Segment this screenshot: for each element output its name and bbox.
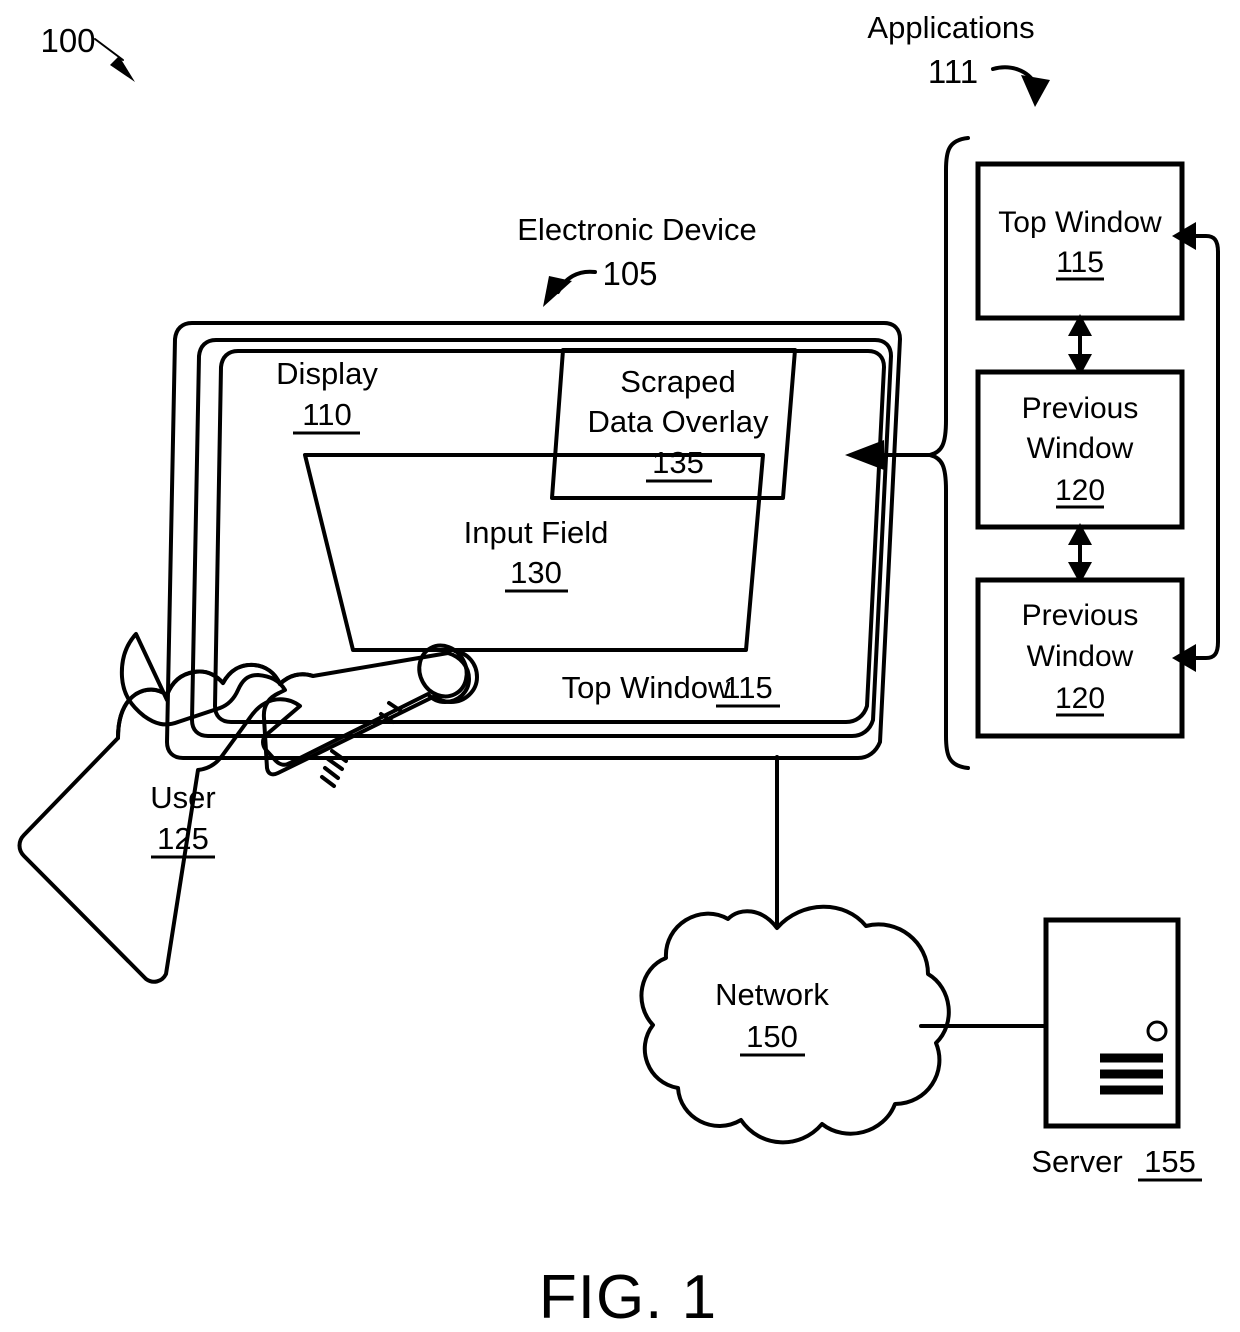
window-link-arrow-1 <box>1068 314 1092 376</box>
input-field-ref: 130 <box>510 555 562 590</box>
window-link-arrow-2 <box>1068 523 1092 584</box>
user-label: User <box>150 780 215 815</box>
previous-window-box-1-ref: 120 <box>1055 474 1105 507</box>
figure-caption: FIG. 1 <box>539 1263 717 1332</box>
input-field[interactable]: Input Field 130 <box>303 453 765 652</box>
applications-brace <box>845 136 970 770</box>
patent-figure: 100 Applications 111 Top Window 115 Prev… <box>0 0 1240 1332</box>
user-fist-shape <box>17 651 471 984</box>
network-ref: 150 <box>746 1019 798 1054</box>
display-ref: 110 <box>302 397 351 432</box>
applications-callout: Applications 111 <box>867 10 1050 107</box>
user-label-group: User 125 <box>150 780 216 859</box>
electronic-device-ref: 105 <box>602 255 657 292</box>
window-stack: Top Window 115 Previous Window 120 Previ… <box>975 161 1220 739</box>
top-window-box-rect[interactable] <box>975 161 1185 321</box>
system-ref-label: 100 <box>40 22 95 59</box>
display-label: Display <box>276 356 378 391</box>
network-label: Network <box>715 977 829 1012</box>
device-top-window-label: Top Window <box>562 670 731 705</box>
applications-ref: 111 <box>928 53 978 90</box>
device-top-window-ref: 115 <box>723 670 772 705</box>
device-top-window-label-group: Top Window 115 <box>562 670 780 708</box>
previous-window-box-2[interactable]: Previous Window 120 <box>975 577 1185 739</box>
applications-arrowhead <box>1021 75 1050 107</box>
top-window-box-label: Top Window <box>998 206 1162 239</box>
previous-window-box-1[interactable]: Previous Window 120 <box>975 369 1185 530</box>
user-hand: User 125 <box>17 632 479 984</box>
user-ref: 125 <box>157 821 209 856</box>
scraped-data-overlay-ref: 135 <box>652 445 704 480</box>
network-cloud[interactable]: Network 150 <box>639 904 951 1145</box>
previous-window-box-2-label-line2: Window <box>1027 640 1134 673</box>
electronic-device-callout: Electronic Device 105 <box>517 212 757 307</box>
scraped-data-overlay[interactable]: Scraped Data Overlay 135 <box>550 348 797 500</box>
scraped-data-overlay-label-line1: Scraped <box>620 364 735 399</box>
input-field-shape[interactable] <box>303 453 765 652</box>
previous-window-box-2-label-line1: Previous <box>1022 599 1139 632</box>
user-fingernail <box>417 643 469 699</box>
server-label: Server <box>1031 1144 1122 1179</box>
applications-title: Applications <box>867 10 1034 45</box>
previous-window-box-1-label-line2: Window <box>1027 432 1134 465</box>
top-window-box-ref: 115 <box>1056 246 1104 279</box>
electronic-device-title: Electronic Device <box>517 212 756 247</box>
scraped-data-overlay-label-line2: Data Overlay <box>588 404 769 439</box>
electronic-device-arrowhead <box>543 276 572 307</box>
system-ref-callout: 100 <box>40 22 135 82</box>
previous-window-box-1-label-line1: Previous <box>1022 392 1139 425</box>
server[interactable]: Server 155 <box>1031 917 1202 1182</box>
server-ref: 155 <box>1144 1144 1196 1179</box>
display-label-group: Display 110 <box>276 356 378 435</box>
input-field-label: Input Field <box>464 515 609 550</box>
top-window-box[interactable]: Top Window 115 <box>975 161 1185 321</box>
previous-window-box-2-ref: 120 <box>1055 682 1105 715</box>
